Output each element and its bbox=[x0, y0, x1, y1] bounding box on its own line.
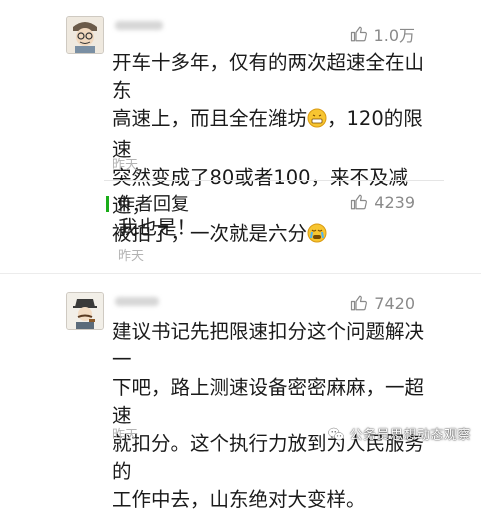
wechat-icon bbox=[328, 427, 345, 440]
comment-time: 昨天 bbox=[112, 428, 139, 443]
username-blurred bbox=[115, 297, 159, 306]
like-count: 7420 bbox=[374, 293, 415, 313]
author-reply-label: 作者回复 bbox=[117, 194, 189, 215]
thumbs-up-icon bbox=[351, 295, 368, 311]
reply-accent-bar bbox=[106, 196, 109, 212]
avatar[interactable] bbox=[66, 292, 104, 330]
thumbs-up-icon bbox=[351, 194, 368, 210]
username-blurred bbox=[115, 21, 163, 30]
like-button[interactable]: 4239 bbox=[350, 191, 415, 213]
avatar[interactable] bbox=[66, 16, 104, 54]
author-reply-text: 我也是！ bbox=[118, 216, 197, 239]
section-divider bbox=[0, 273, 481, 274]
thumbs-up-icon bbox=[350, 26, 367, 42]
like-count: 4239 bbox=[374, 192, 415, 212]
reply-divider bbox=[104, 180, 444, 181]
reply-time: 昨天 bbox=[118, 249, 145, 264]
comment-text: 建议书记先把限速扣分这个问题解决一 下吧，路上测速设备密密麻麻，一超速 就扣分。… bbox=[112, 320, 425, 511]
grimace-emoji bbox=[307, 108, 327, 136]
avatar-image bbox=[67, 17, 103, 53]
watermark-text: 公务员思想动态观察 bbox=[349, 428, 471, 443]
comment-line: 开车十多年，仅有的两次超速全在山东 bbox=[112, 51, 425, 102]
comment-line: 高速上，而且全在潍坊 bbox=[112, 107, 308, 130]
like-button[interactable]: 7420 bbox=[350, 292, 415, 314]
like-count: 1.0万 bbox=[373, 26, 415, 45]
avatar-image bbox=[67, 293, 103, 329]
like-button[interactable]: 1.0万 bbox=[350, 23, 415, 45]
watermark: 公务员思想动态观察 bbox=[327, 424, 471, 443]
comment-time: 昨天 bbox=[112, 158, 139, 173]
